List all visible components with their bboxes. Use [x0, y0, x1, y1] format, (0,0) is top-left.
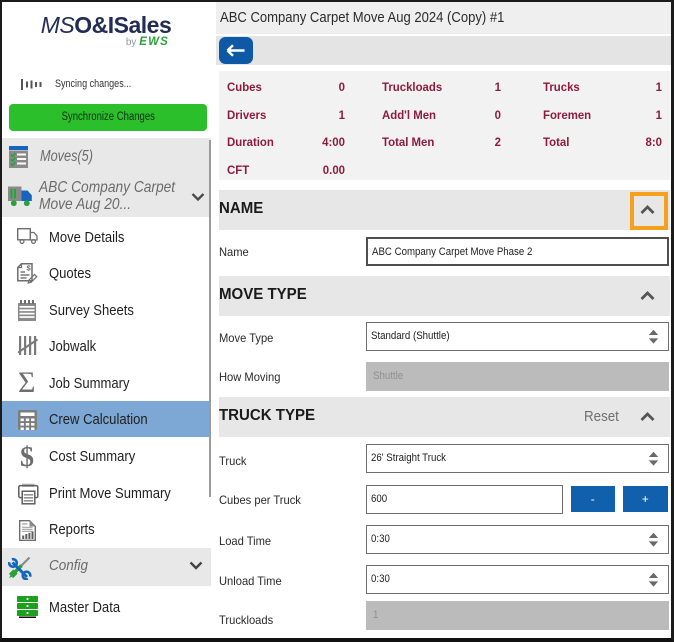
svg-text:$: $ [27, 264, 32, 273]
